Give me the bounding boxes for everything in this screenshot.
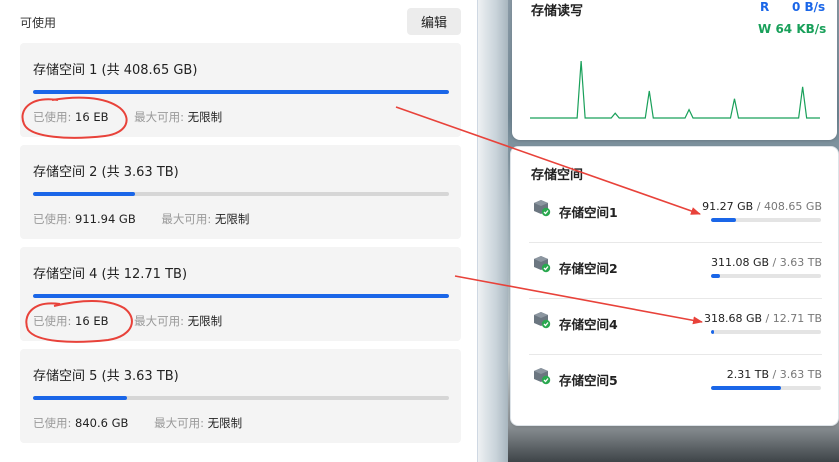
usage-row: 已使用: 16 EB 最大可用: 无限制 [33, 313, 222, 329]
storage-item-name: 存储空间2 [559, 261, 618, 276]
used-key: 已使用: [33, 110, 72, 124]
storage-used: 311.08 GB [710, 256, 770, 269]
used-value: 16 EB [75, 314, 109, 328]
write-speed: 64 KB/s [775, 22, 827, 36]
used-value: 840.6 GB [75, 416, 129, 430]
storage-sep: / [772, 256, 777, 269]
pool-card-5[interactable]: 存储空间 5 (共 3.63 TB) 已使用: 840.6 GB 最大可用: 无… [20, 349, 461, 443]
max-value: 无限制 [207, 416, 243, 430]
usage-row: 已使用: 840.6 GB 最大可用: 无限制 [33, 415, 242, 431]
storage-sep: / [772, 368, 777, 381]
usage-row: 已使用: 911.94 GB 最大可用: 无限制 [33, 211, 249, 227]
storage-usage-fill [711, 274, 721, 278]
pool-title: 存储空间 2 (共 3.63 TB) [33, 165, 179, 180]
usage-bar [33, 90, 449, 94]
storage-usage-bar [711, 330, 821, 334]
storage-usage-fill [711, 218, 736, 222]
storage-usage-bar [711, 274, 821, 278]
pool-card-4[interactable]: 存储空间 4 (共 12.71 TB) 已使用: 16 EB 最大可用: 无限制 [20, 247, 461, 341]
read-label: R [760, 0, 770, 14]
storage-usage-bar [711, 386, 821, 390]
storage-item-usage: 91.27 GB / 408.65 GB [702, 200, 822, 213]
storage-item-usage: 318.68 GB / 12.71 TB [704, 312, 822, 325]
pool-card-1[interactable]: 存储空间 1 (共 408.65 GB) 已使用: 16 EB 最大可用: 无限… [20, 43, 461, 137]
storage-item-usage: 2.31 TB / 3.63 TB [727, 368, 822, 381]
usage-bar [33, 294, 449, 298]
read-speed: 0 B/s [792, 0, 826, 14]
usage-bar-fill [33, 294, 449, 298]
storage-item-name: 存储空间4 [559, 317, 618, 332]
storage-usage-bar [711, 218, 821, 222]
storage-used: 2.31 TB [726, 368, 770, 381]
max-key: 最大可用: [134, 110, 185, 124]
io-activity-chart [530, 60, 820, 119]
storage-item-2[interactable]: 存储空间2 311.08 GB / 3.63 TB [511, 243, 839, 299]
drive-check-icon [534, 200, 551, 217]
write-activity-line [530, 60, 820, 119]
storage-item-4[interactable]: 存储空间4 318.68 GB / 12.71 TB [511, 299, 839, 355]
storage-used: 91.27 GB [702, 200, 754, 213]
storage-sep: / [765, 312, 770, 325]
usage-bar-fill [33, 396, 128, 400]
max-key: 最大可用: [134, 314, 185, 328]
pool-title: 存储空间 4 (共 12.71 TB) [33, 267, 188, 282]
used-key: 已使用: [33, 416, 72, 430]
storage-usage-fill [711, 386, 781, 390]
storage-total: 3.63 TB [779, 368, 822, 381]
drive-check-icon [534, 312, 551, 329]
background-edge [478, 0, 508, 462]
max-key: 最大可用: [154, 416, 204, 430]
storage-widget-title: 存储空间 [531, 168, 584, 183]
write-speed-row: W 64 KB/s [758, 22, 826, 36]
drive-check-icon [534, 256, 551, 273]
storage-item-name: 存储空间1 [559, 205, 618, 220]
section-title: 可使用 [20, 16, 57, 30]
storage-item-name: 存储空间5 [559, 373, 618, 388]
storage-item-usage: 311.08 GB / 3.63 TB [711, 256, 822, 269]
storage-usage-fill [711, 330, 714, 334]
storage-sep: / [756, 200, 761, 213]
write-label: W [758, 22, 772, 36]
pool-title: 存储空间 5 (共 3.63 TB) [33, 369, 179, 384]
storage-used: 318.68 GB [703, 312, 763, 325]
usage-row: 已使用: 16 EB 最大可用: 无限制 [33, 109, 222, 125]
max-value: 无限制 [214, 212, 250, 226]
io-widget-title: 存储读写 [531, 4, 584, 19]
usage-bar [33, 396, 449, 400]
max-value: 无限制 [187, 314, 223, 328]
usage-bar-fill [33, 90, 449, 94]
usage-bar [33, 192, 449, 196]
storage-settings-panel: 可使用 编辑 存储空间 1 (共 408.65 GB) 已使用: 16 EB 最… [0, 0, 478, 462]
max-key: 最大可用: [161, 212, 212, 226]
storage-space-widget[interactable]: 存储空间 存储空间1 91.27 GB / 408.65 GB 存储空间2 31… [510, 146, 839, 426]
used-key: 已使用: [33, 314, 72, 328]
pool-card-2[interactable]: 存储空间 2 (共 3.63 TB) 已使用: 911.94 GB 最大可用: … [20, 145, 461, 239]
storage-total: 408.65 GB [763, 200, 822, 213]
max-value: 无限制 [187, 110, 223, 124]
storage-total: 12.71 TB [772, 312, 822, 325]
usage-bar-fill [33, 192, 135, 196]
storage-item-1[interactable]: 存储空间1 91.27 GB / 408.65 GB [511, 187, 839, 243]
used-value: 16 EB [75, 110, 109, 124]
drive-check-icon [534, 368, 551, 385]
edit-button[interactable]: 编辑 [407, 8, 461, 35]
storage-io-widget[interactable]: 存储读写 R 0 B/s W 64 KB/s [512, 0, 837, 140]
storage-total: 3.63 TB [779, 256, 822, 269]
used-key: 已使用: [33, 212, 72, 226]
pool-title: 存储空间 1 (共 408.65 GB) [33, 63, 198, 78]
storage-item-5[interactable]: 存储空间5 2.31 TB / 3.63 TB [511, 355, 839, 411]
used-value: 911.94 GB [75, 212, 136, 226]
